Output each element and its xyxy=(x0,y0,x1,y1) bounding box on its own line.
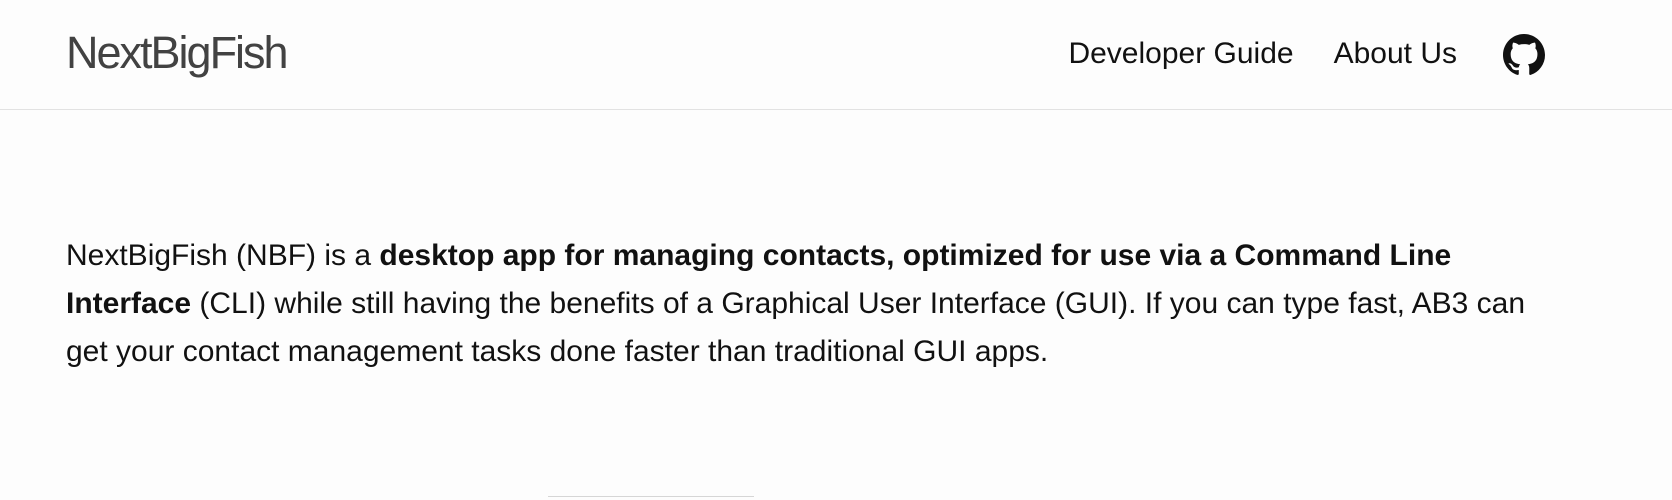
top-navbar: NextBigFish Developer Guide About Us xyxy=(0,0,1672,110)
intro-text-end: (CLI) while still having the benefits of… xyxy=(66,287,1526,368)
nav-link-about-us[interactable]: About Us xyxy=(1334,34,1457,74)
partial-element-edge xyxy=(548,496,754,500)
intro-paragraph: NextBigFish (NBF) is a desktop app for m… xyxy=(66,232,1536,376)
nav-link-developer-guide[interactable]: Developer Guide xyxy=(1068,34,1293,74)
intro-text-start: NextBigFish (NBF) is a xyxy=(66,239,380,272)
main-content: NextBigFish (NBF) is a desktop app for m… xyxy=(66,232,1536,376)
github-icon[interactable] xyxy=(1503,34,1545,76)
nav-links: Developer Guide About Us xyxy=(1068,34,1457,74)
brand-logo-link[interactable]: NextBigFish xyxy=(66,26,289,80)
